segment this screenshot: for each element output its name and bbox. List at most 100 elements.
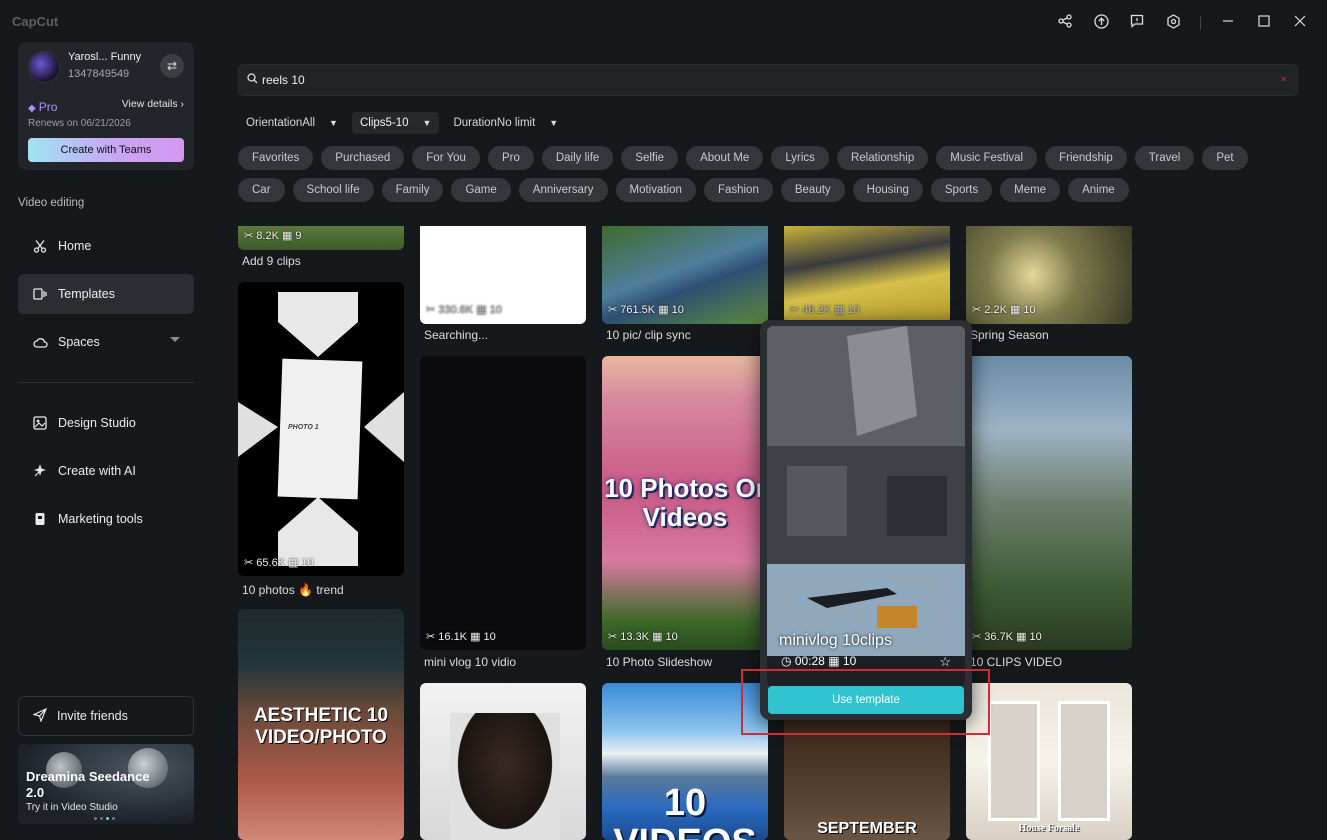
window-separator — [1200, 16, 1201, 30]
template-title: 10 CLIPS VIDEO — [970, 655, 1063, 669]
chip-favorites[interactable]: Favorites — [238, 146, 314, 170]
sidebar-item-label: Spaces — [58, 335, 100, 349]
view-details-link[interactable]: View details › — [122, 98, 184, 110]
chip-pro[interactable]: Pro — [487, 146, 534, 170]
clear-search-icon[interactable]: ✕ — [1280, 75, 1287, 84]
chip-friendship[interactable]: Friendship — [1045, 146, 1127, 170]
promo-subtitle: Try it in Video Studio — [26, 802, 118, 813]
chevron-down-icon[interactable] — [170, 337, 180, 342]
diamond-icon: ◆ — [28, 103, 36, 114]
preview-video[interactable]: minivlog 10clips ◷ 00:28 ▦ 10 ☆ — [767, 326, 965, 688]
sidebar-item-create-with-ai[interactable]: Create with AI — [18, 451, 194, 491]
chip-purchased[interactable]: Purchased — [321, 146, 405, 170]
sidebar-item-label: Home — [58, 239, 92, 253]
chip-sports[interactable]: Sports — [930, 178, 993, 202]
chip-for-you[interactable]: For You — [412, 146, 480, 170]
chip-fashion[interactable]: Fashion — [703, 178, 773, 202]
create-with-teams-button[interactable]: Create with Teams — [28, 138, 184, 162]
chip-selfie[interactable]: Selfie — [621, 146, 679, 170]
window-image — [1058, 701, 1110, 821]
filter-label: DurationNo limit — [453, 117, 536, 129]
template-stats: ✂ 761.5K ▦ 10 — [608, 304, 684, 316]
invite-friends-label: Invite friends — [57, 709, 128, 723]
chip-travel[interactable]: Travel — [1134, 146, 1195, 170]
sidebar-item-marketing-tools[interactable]: Marketing tools — [18, 499, 194, 539]
switch-account-icon[interactable]: ⇄ — [160, 54, 184, 78]
preview-title: minivlog 10clips — [779, 632, 892, 649]
clips-filter[interactable]: Clips5-10 ▼ — [351, 112, 440, 134]
sidebar-item-home[interactable]: Home — [18, 226, 194, 266]
avatar[interactable] — [28, 51, 60, 83]
sidebar-item-label: Templates — [58, 287, 115, 301]
chip-motivation[interactable]: Motivation — [615, 178, 696, 202]
chip-music-festival[interactable]: Music Festival — [936, 146, 1038, 170]
filter-label: Clips5-10 — [359, 117, 409, 129]
chevron-down-icon: ▼ — [422, 118, 432, 128]
thumbnail-caption: House Forsale — [1018, 823, 1080, 834]
marketing-icon — [32, 511, 48, 527]
scissors-icon — [32, 238, 48, 254]
template-title: Add 9 clips — [242, 254, 301, 268]
feedback-icon[interactable] — [1128, 14, 1146, 32]
chip-anniversary[interactable]: Anniversary — [518, 178, 608, 202]
chip-meme[interactable]: Meme — [1000, 178, 1061, 202]
minimize-icon[interactable] — [1219, 14, 1237, 32]
template-thumbnail — [420, 683, 586, 840]
window-image — [988, 701, 1040, 821]
search-bar: ✕ — [238, 64, 1298, 96]
sidebar-item-label: Design Studio — [58, 416, 136, 430]
preview-clips: 10 — [842, 654, 857, 668]
orientation-filter[interactable]: OrientationAll ▼ — [238, 112, 346, 134]
sidebar-item-templates[interactable]: Templates — [18, 274, 194, 314]
chip-game[interactable]: Game — [451, 178, 511, 202]
template-stats: ✂ 330.6K ▦ 10 — [426, 304, 502, 316]
duration-filter[interactable]: DurationNo limit ▼ — [445, 112, 566, 134]
invite-friends-button[interactable]: Invite friends — [18, 696, 194, 736]
design-icon — [32, 415, 48, 431]
share-icon[interactable] — [1056, 14, 1074, 32]
template-thumbnail — [420, 356, 586, 650]
template-stats: ✂ 65.6K ▦ 10 — [244, 557, 314, 569]
template-thumbnail: PHOTO 1 — [238, 282, 404, 576]
sidebar-item-spaces[interactable]: Spaces — [18, 322, 194, 362]
settings-icon[interactable] — [1164, 14, 1182, 32]
favorite-star-icon[interactable]: ☆ — [939, 654, 951, 670]
template-icon — [32, 286, 48, 302]
sidebar-divider — [18, 382, 194, 383]
promo-banner[interactable]: Dreamina Seedance 2.0 Try it in Video St… — [18, 744, 194, 824]
pro-row: ◆ Pro View details › — [28, 98, 184, 114]
maximize-icon[interactable] — [1255, 14, 1273, 32]
search-input[interactable] — [262, 73, 1242, 87]
template-stats: ✂ 13.3K ▦ 10 — [608, 631, 678, 643]
template-title: 10 Photo Slideshow — [606, 655, 713, 669]
sidebar: Yarosl... Funny 1347849549 ⇄ ◆ Pro View d… — [0, 0, 212, 840]
chip-relationship[interactable]: Relationship — [836, 146, 929, 170]
thumbnail-caption: SEPTEMBER — [817, 820, 917, 837]
chip-daily-life[interactable]: Daily life — [541, 146, 614, 170]
chip-housing[interactable]: Housing — [852, 178, 923, 202]
account-id: 1347849549 — [68, 68, 130, 80]
chip-beauty[interactable]: Beauty — [780, 178, 845, 202]
account-name: Yarosl... Funny — [68, 51, 142, 63]
template-stats: ✂ 48.2K ▦ 10 — [790, 304, 860, 316]
close-icon[interactable] — [1291, 14, 1309, 32]
template-stats: ✂ 16.1K ▦ 10 — [426, 631, 496, 643]
chip-lyrics[interactable]: Lyrics — [771, 146, 829, 170]
chip-about-me[interactable]: About Me — [686, 146, 764, 170]
filter-bar: OrientationAll ▼ Clips5-10 ▼ DurationNo li… — [238, 112, 566, 134]
account-card: Yarosl... Funny 1347849549 ⇄ ◆ Pro View d… — [18, 42, 194, 170]
renewal-date: Renews on 06/21/2026 — [28, 118, 131, 129]
template-thumbnail — [966, 356, 1132, 650]
chip-pet[interactable]: Pet — [1202, 146, 1248, 170]
window-controls — [1056, 14, 1309, 32]
chip-school-life[interactable]: School life — [292, 178, 374, 202]
sidebar-item-design-studio[interactable]: Design Studio — [18, 403, 194, 443]
upload-icon[interactable] — [1092, 14, 1110, 32]
chevron-down-icon: ▼ — [549, 118, 559, 128]
clock-icon: ◷ — [781, 654, 792, 668]
chip-car[interactable]: Car — [238, 178, 285, 202]
cloud-icon — [32, 334, 48, 350]
chip-anime[interactable]: Anime — [1068, 178, 1129, 202]
chip-family[interactable]: Family — [381, 178, 444, 202]
clips-icon: ▦ — [828, 654, 840, 668]
